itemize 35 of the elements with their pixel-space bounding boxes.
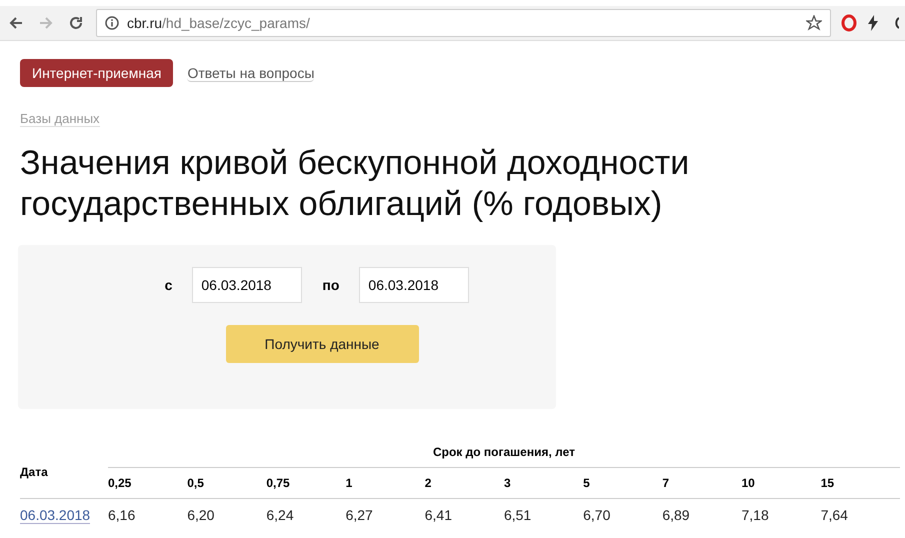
column-header: 15 — [820, 476, 834, 490]
from-date-field[interactable]: 06.03.2018 — [192, 267, 302, 303]
lightning-icon[interactable] — [867, 15, 879, 31]
column-header: 0,5 — [187, 476, 204, 490]
column-header: 7 — [662, 476, 669, 490]
table-cell: 6,41 — [424, 507, 452, 523]
table-cell: 7,18 — [742, 507, 769, 523]
column-header: 0,75 — [266, 476, 290, 490]
table-cell: 6,70 — [583, 507, 610, 523]
column-header: 0,25 — [108, 476, 132, 490]
to-label: по — [322, 277, 340, 293]
date-link[interactable]: 06.03.2018 — [20, 507, 90, 524]
column-header: 2 — [424, 476, 432, 490]
column-header: 3 — [504, 476, 511, 490]
column-header: 5 — [583, 476, 590, 490]
star-icon[interactable] — [806, 15, 822, 31]
get-data-button[interactable]: Получить данные — [226, 325, 418, 363]
address-bar[interactable]: cbr.ru/hd_base/zcyc_params/ — [96, 9, 831, 37]
from-label: с — [164, 277, 172, 293]
column-header: Дата — [20, 464, 48, 478]
table-cell: 6,51 — [504, 507, 532, 523]
page-title: Значения кривой бескупонной доходности государственных облигаций (% годовых) — [20, 143, 690, 225]
nav-link[interactable]: Интернет-приемная — [20, 59, 174, 87]
table-cell: 6,27 — [346, 507, 373, 523]
table-cell: 6,16 — [108, 507, 136, 523]
nav-link[interactable]: Ответы на вопросы — [187, 64, 314, 82]
table-cell: 6,24 — [266, 507, 294, 523]
table-cell: 6,89 — [662, 507, 690, 523]
column-header: 1 — [346, 476, 352, 490]
to-date-field[interactable]: 06.03.2018 — [359, 267, 470, 303]
column-header: 10 — [742, 476, 755, 490]
table-cell: 6,20 — [187, 507, 214, 523]
info-icon — [105, 16, 119, 30]
table-cell: 7,64 — [820, 507, 848, 523]
group-header: Срок до погашения, лет — [432, 445, 576, 459]
